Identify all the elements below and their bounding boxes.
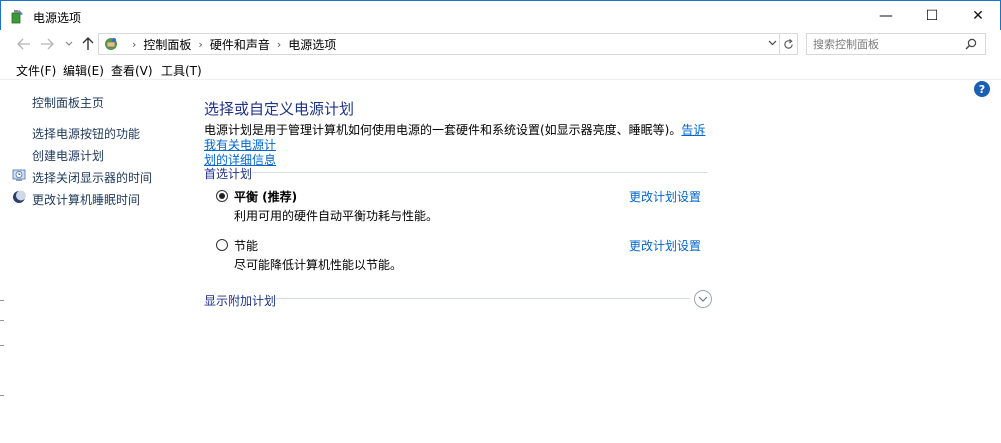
description-text: 电源计划是用于管理计算机如何使用电源的一套硬件和系统设置(如显示器亮度、睡眠等)… xyxy=(204,123,682,137)
additional-plans-divider xyxy=(276,298,690,299)
breadcrumb-separator-icon: › xyxy=(276,37,282,51)
window-title: 电源选项 xyxy=(33,11,82,25)
preferred-plans-header: 首选计划 xyxy=(204,167,253,181)
help-icon[interactable]: ? xyxy=(974,81,990,97)
search-icon[interactable] xyxy=(965,38,977,50)
up-arrow-icon[interactable] xyxy=(79,35,97,53)
section-divider xyxy=(252,172,708,173)
power-options-icon xyxy=(11,10,23,24)
balanced-plan-name[interactable]: 平衡 (推荐) xyxy=(234,188,297,205)
window-edge-mark xyxy=(0,395,4,396)
balanced-plan-description: 利用可用的硬件自动平衡功耗与性能。 xyxy=(234,209,439,223)
show-additional-plans-header[interactable]: 显示附加计划 xyxy=(204,292,276,309)
maximize-button[interactable]: ☐ xyxy=(909,1,955,30)
window-edge-mark xyxy=(0,320,4,321)
page-description: 电源计划是用于管理计算机如何使用电源的一套硬件和系统设置(如显示器亮度、睡眠等)… xyxy=(204,123,714,168)
search-input[interactable] xyxy=(813,37,963,51)
page-title: 选择或自定义电源计划 xyxy=(204,100,355,118)
refresh-icon[interactable] xyxy=(780,33,798,55)
minimize-button[interactable]: — xyxy=(863,1,909,30)
back-arrow-icon[interactable] xyxy=(15,35,33,53)
address-row: › 控制面板 › 硬件和声音 › 电源选项 xyxy=(0,30,1001,58)
menu-edit[interactable]: 编辑(E) xyxy=(63,62,104,79)
menu-bar: 文件(F) 编辑(E) 查看(V) 工具(T) xyxy=(0,58,1001,80)
address-dropdown-chevron-icon[interactable] xyxy=(765,35,779,51)
recent-locations-chevron-icon[interactable] xyxy=(60,35,78,53)
title-bar: 电源选项 — ☐ ✕ xyxy=(0,0,1001,30)
menu-tools[interactable]: 工具(T) xyxy=(161,62,202,79)
window-edge-mark xyxy=(0,345,4,346)
power-saver-plan-description: 尽可能降低计算机性能以节能。 xyxy=(234,258,403,272)
breadcrumb-control-panel[interactable]: 控制面板 xyxy=(143,36,191,53)
breadcrumb-separator-icon: › xyxy=(132,37,137,51)
forward-arrow-icon[interactable] xyxy=(38,35,56,53)
sleep-moon-icon xyxy=(13,190,26,203)
balanced-change-settings-link[interactable]: 更改计划设置 xyxy=(629,188,701,205)
menu-view[interactable]: 查看(V) xyxy=(111,62,153,79)
power-saver-plan-radio[interactable] xyxy=(216,239,228,251)
breadcrumb-hardware-sound[interactable]: 硬件和声音 xyxy=(210,36,270,53)
address-bar[interactable]: › 控制面板 › 硬件和声音 › 电源选项 xyxy=(98,33,780,55)
choose-display-off-time-link[interactable]: 选择关闭显示器的时间 xyxy=(32,169,152,186)
display-clock-icon xyxy=(12,169,26,181)
breadcrumb-power-options[interactable]: 电源选项 xyxy=(288,36,336,53)
close-button[interactable]: ✕ xyxy=(955,1,1001,30)
expand-chevron-icon[interactable] xyxy=(694,290,712,308)
window-edge-mark xyxy=(0,300,4,301)
breadcrumb-separator-icon: › xyxy=(198,37,203,51)
power-saver-plan-name[interactable]: 节能 xyxy=(234,237,258,254)
balanced-plan-radio[interactable] xyxy=(216,190,228,202)
power-saver-change-settings-link[interactable]: 更改计划设置 xyxy=(629,237,701,254)
menu-file[interactable]: 文件(F) xyxy=(16,62,56,79)
control-panel-home-link[interactable]: 控制面板主页 xyxy=(32,94,104,111)
change-sleep-time-link[interactable]: 更改计算机睡眠时间 xyxy=(32,191,140,208)
search-box[interactable] xyxy=(806,33,986,55)
choose-power-button-link[interactable]: 选择电源按钮的功能 xyxy=(32,125,140,142)
create-power-plan-link[interactable]: 创建电源计划 xyxy=(32,147,104,164)
control-panel-icon xyxy=(105,38,117,50)
